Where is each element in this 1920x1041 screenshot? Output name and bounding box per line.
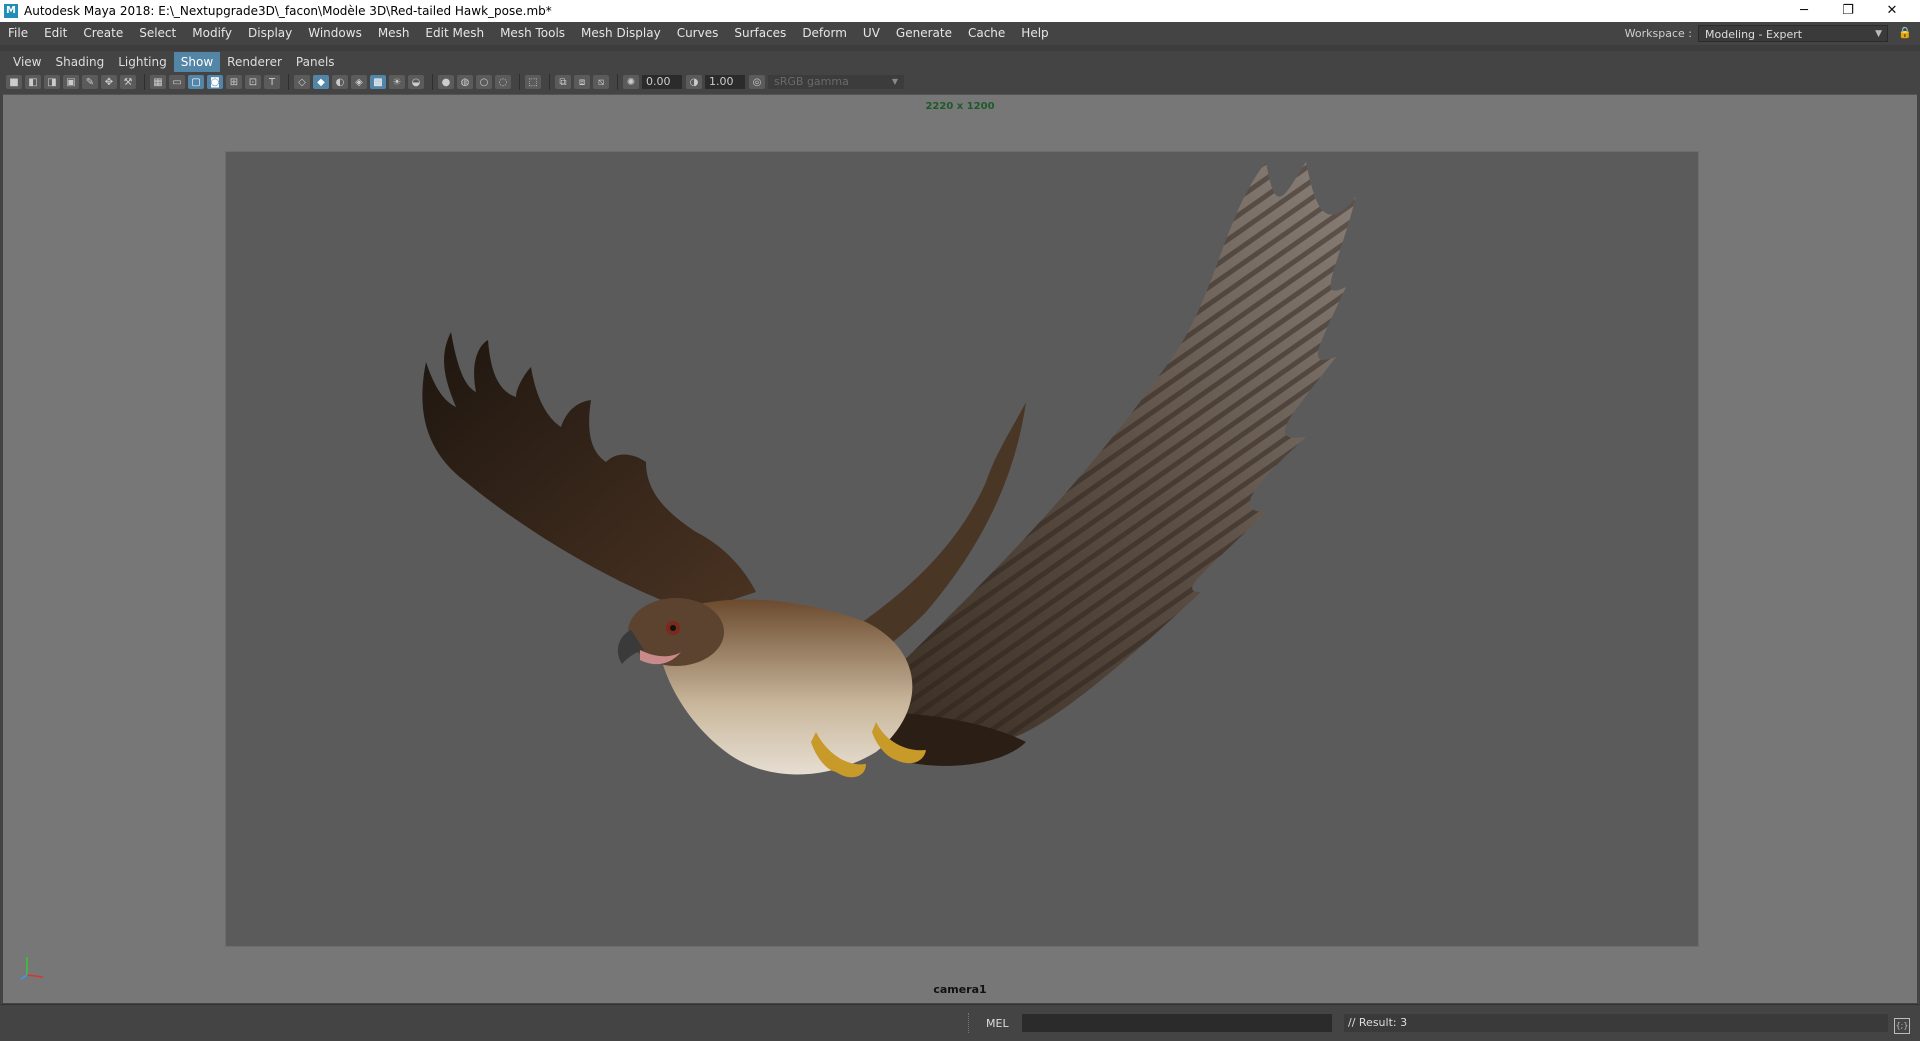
menu-mesh[interactable]: Mesh xyxy=(370,22,418,44)
view-transform-value: sRGB gamma xyxy=(774,75,849,88)
image-plane-icon[interactable]: ▣ xyxy=(63,75,79,89)
chevron-down-icon: ▼ xyxy=(891,77,898,86)
camera-label: camera1 xyxy=(933,983,987,996)
gate-mask-icon[interactable]: ◙ xyxy=(207,75,223,89)
exposure-field[interactable]: 0.00 xyxy=(642,75,682,89)
depth-of-field-icon[interactable]: ◌ xyxy=(495,75,511,89)
resolution-label: 2220 x 1200 xyxy=(925,101,995,112)
toolbar-separator xyxy=(549,74,550,90)
panel-menu-show[interactable]: Show xyxy=(173,52,221,72)
menu-generate[interactable]: Generate xyxy=(888,22,960,44)
motion-blur-icon[interactable]: ◍ xyxy=(457,75,473,89)
menu-mesh-tools[interactable]: Mesh Tools xyxy=(492,22,573,44)
textured-icon[interactable]: ▩ xyxy=(370,75,386,89)
command-input[interactable] xyxy=(1022,1014,1332,1032)
restore-icon[interactable]: ❐ xyxy=(1826,0,1870,22)
menu-modify[interactable]: Modify xyxy=(184,22,240,44)
safe-title-icon[interactable]: T xyxy=(264,75,280,89)
panel-menu-shading[interactable]: Shading xyxy=(48,52,111,72)
wireframe-icon[interactable]: ◇ xyxy=(294,75,310,89)
camera-select-icon[interactable]: ■ xyxy=(6,75,22,89)
shadows-icon[interactable]: ◒ xyxy=(408,75,424,89)
resolution-gate xyxy=(225,151,1699,947)
xray-active-components-icon[interactable]: ⧈ xyxy=(574,75,590,89)
menu-display[interactable]: Display xyxy=(240,22,300,44)
command-result: // Result: 3 xyxy=(1344,1014,1888,1032)
grid-tool-icon[interactable]: ⚒ xyxy=(120,75,136,89)
maya-app-icon: M xyxy=(4,4,18,18)
toolbar-separator xyxy=(432,74,433,90)
script-language-toggle[interactable]: MEL xyxy=(986,1017,1009,1030)
menu-surfaces[interactable]: Surfaces xyxy=(726,22,794,44)
gamma-field[interactable]: 1.00 xyxy=(705,75,745,89)
view-axis-icon xyxy=(20,957,44,980)
menu-create[interactable]: Create xyxy=(75,22,131,44)
toolbar-separator xyxy=(288,74,289,90)
chevron-down-icon: ▼ xyxy=(1875,28,1882,39)
film-gate-icon[interactable]: ▭ xyxy=(169,75,185,89)
color-management-icon[interactable]: ◎ xyxy=(749,75,765,89)
isolate-select-icon[interactable]: ⬚ xyxy=(525,75,541,89)
default-material-icon[interactable]: ◐ xyxy=(332,75,348,89)
screen-space-ao-icon[interactable]: ● xyxy=(438,75,454,89)
camera-attributes-icon[interactable]: ◧ xyxy=(25,75,41,89)
workspace-dropdown[interactable]: Modeling - Expert ▼ xyxy=(1698,24,1888,42)
panel-menu-panels[interactable]: Panels xyxy=(289,52,342,72)
anti-aliasing-icon[interactable]: ○ xyxy=(476,75,492,89)
workspace-selector: Workspace : Modeling - Expert ▼ 🔒 xyxy=(1624,24,1912,42)
script-editor-icon[interactable]: {;} xyxy=(1894,1018,1910,1034)
close-icon[interactable]: ✕ xyxy=(1870,0,1914,22)
smooth-shade-icon[interactable]: ◆ xyxy=(313,75,329,89)
window-title: Autodesk Maya 2018: E:\_Nextupgrade3D\_f… xyxy=(24,4,552,18)
menu-mesh-display[interactable]: Mesh Display xyxy=(573,22,669,44)
wireframe-on-shaded-icon[interactable]: ◈ xyxy=(351,75,367,89)
gamma-icon[interactable]: ◑ xyxy=(686,75,702,89)
menu-help[interactable]: Help xyxy=(1013,22,1056,44)
command-line-bar: MEL // Result: 3 {;} xyxy=(0,1004,1920,1041)
shelf-divider xyxy=(0,45,1920,51)
2d-pan-zoom-icon[interactable]: ✥ xyxy=(101,75,117,89)
use-all-lights-icon[interactable]: ☀ xyxy=(389,75,405,89)
grease-pencil-icon[interactable]: ✎ xyxy=(82,75,98,89)
title-bar: M Autodesk Maya 2018: E:\_Nextupgrade3D\… xyxy=(0,0,1920,22)
menu-select[interactable]: Select xyxy=(131,22,184,44)
panel-menu-view[interactable]: View xyxy=(6,52,48,72)
lock-icon[interactable]: 🔒 xyxy=(1898,26,1912,40)
menu-windows[interactable]: Windows xyxy=(300,22,370,44)
toolbar-separator xyxy=(617,74,618,90)
panel-toolbar: ■ ◧ ◨ ▣ ✎ ✥ ⚒ ▦ ▭ ▢ ◙ ⊞ ⊡ T ◇ ◆ ◐ ◈ ▩ ☀ … xyxy=(6,72,1916,92)
xray-icon[interactable]: ⧉ xyxy=(555,75,571,89)
safe-action-icon[interactable]: ⊡ xyxy=(245,75,261,89)
hawk-model[interactable] xyxy=(226,152,1698,946)
perspective-viewport[interactable]: 2220 x 1200 camera1 xyxy=(3,94,1917,1003)
menu-edit[interactable]: Edit xyxy=(36,22,75,44)
panel-menu-bar: View Shading Lighting Show Renderer Pane… xyxy=(6,52,342,72)
menu-deform[interactable]: Deform xyxy=(794,22,855,44)
panel-menu-renderer[interactable]: Renderer xyxy=(220,52,289,72)
resolution-gate-icon[interactable]: ▢ xyxy=(188,75,204,89)
menu-uv[interactable]: UV xyxy=(855,22,888,44)
view-transform-dropdown[interactable]: sRGB gamma ▼ xyxy=(768,75,904,89)
grid-icon[interactable]: ▦ xyxy=(150,75,166,89)
menu-edit-mesh[interactable]: Edit Mesh xyxy=(417,22,492,44)
toolbar-separator xyxy=(144,74,145,90)
workspace-value: Modeling - Expert xyxy=(1705,27,1803,41)
drag-handle[interactable] xyxy=(968,1013,971,1033)
xray-joints-icon[interactable]: ⧅ xyxy=(593,75,609,89)
menu-curves[interactable]: Curves xyxy=(669,22,727,44)
minimize-icon[interactable]: ─ xyxy=(1782,0,1826,22)
toolbar-separator xyxy=(519,74,520,90)
workspace-label: Workspace : xyxy=(1624,26,1692,40)
bookmarks-icon[interactable]: ◨ xyxy=(44,75,60,89)
field-chart-icon[interactable]: ⊞ xyxy=(226,75,242,89)
menu-file[interactable]: File xyxy=(0,22,36,44)
exposure-icon[interactable]: ✺ xyxy=(623,75,639,89)
menu-cache[interactable]: Cache xyxy=(960,22,1013,44)
panel-menu-lighting[interactable]: Lighting xyxy=(111,52,174,72)
